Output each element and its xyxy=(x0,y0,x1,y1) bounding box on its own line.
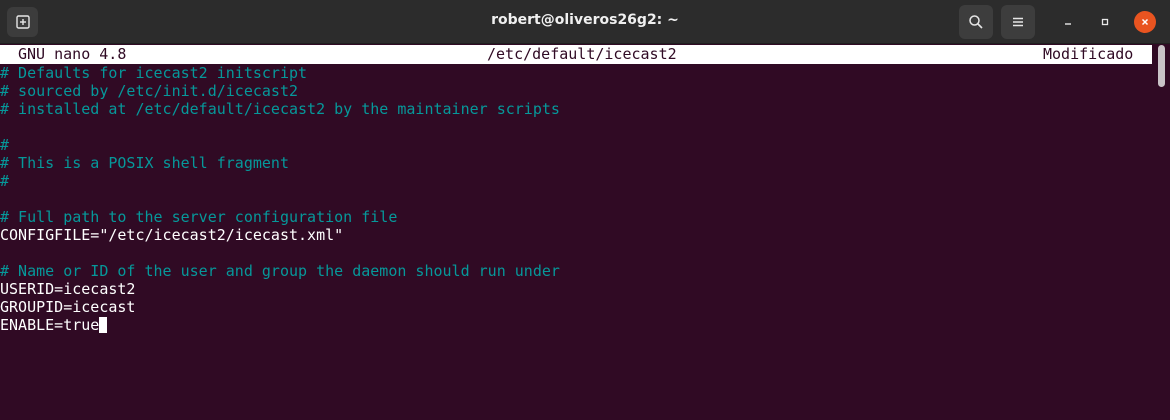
window-title: robert@oliveros26g2: ~ xyxy=(491,12,679,28)
buffer-line: # xyxy=(0,136,10,154)
buffer-line: GROUPID=icecast xyxy=(0,298,136,316)
maximize-button[interactable] xyxy=(1094,11,1116,33)
minimize-icon xyxy=(1065,23,1071,25)
buffer-line-cursor: ENABLE=true xyxy=(0,316,560,334)
buffer-line: # Name or ID of the user and group the d… xyxy=(0,262,560,280)
minimize-button[interactable] xyxy=(1057,11,1079,33)
buffer-line: # xyxy=(0,172,10,190)
hamburger-menu-icon xyxy=(1013,17,1023,27)
nano-version: GNU nano 4.8 xyxy=(18,45,127,63)
close-button[interactable] xyxy=(1134,11,1156,33)
buffer-line: USERID=icecast2 xyxy=(0,280,136,298)
buffer-line: # Defaults for icecast2 initscript xyxy=(0,64,308,82)
close-icon xyxy=(1141,18,1149,26)
nano-filename: /etc/default/icecast2 xyxy=(487,45,677,63)
search-icon xyxy=(969,15,983,29)
scrollbar-thumb[interactable] xyxy=(1158,45,1165,87)
search-button[interactable] xyxy=(959,5,993,39)
buffer-line: # This is a POSIX shell fragment xyxy=(0,154,289,172)
buffer-line: CONFIGFILE="/etc/icecast2/icecast.xml" xyxy=(0,226,344,244)
buffer-line xyxy=(0,244,560,262)
buffer-line xyxy=(0,118,560,136)
menu-button[interactable] xyxy=(1001,5,1035,39)
nano-header-bar: GNU nano 4.8 /etc/default/icecast2 Modif… xyxy=(0,45,1152,64)
buffer-line-text: ENABLE=true xyxy=(0,316,100,334)
buffer-line xyxy=(0,190,560,208)
text-cursor xyxy=(99,317,108,333)
buffer-line: # sourced by /etc/init.d/icecast2 xyxy=(0,82,299,100)
buffer-line: # Full path to the server configuration … xyxy=(0,208,398,226)
nano-modified-status: Modificado xyxy=(1043,45,1134,63)
terminal-area[interactable]: GNU nano 4.8 /etc/default/icecast2 Modif… xyxy=(0,45,1170,420)
editor-buffer[interactable]: # Defaults for icecast2 initscript # sou… xyxy=(0,64,560,334)
buffer-line: # installed at /etc/default/icecast2 by … xyxy=(0,100,560,118)
window-titlebar: robert@oliveros26g2: ~ xyxy=(0,0,1170,44)
maximize-icon xyxy=(1101,18,1109,26)
